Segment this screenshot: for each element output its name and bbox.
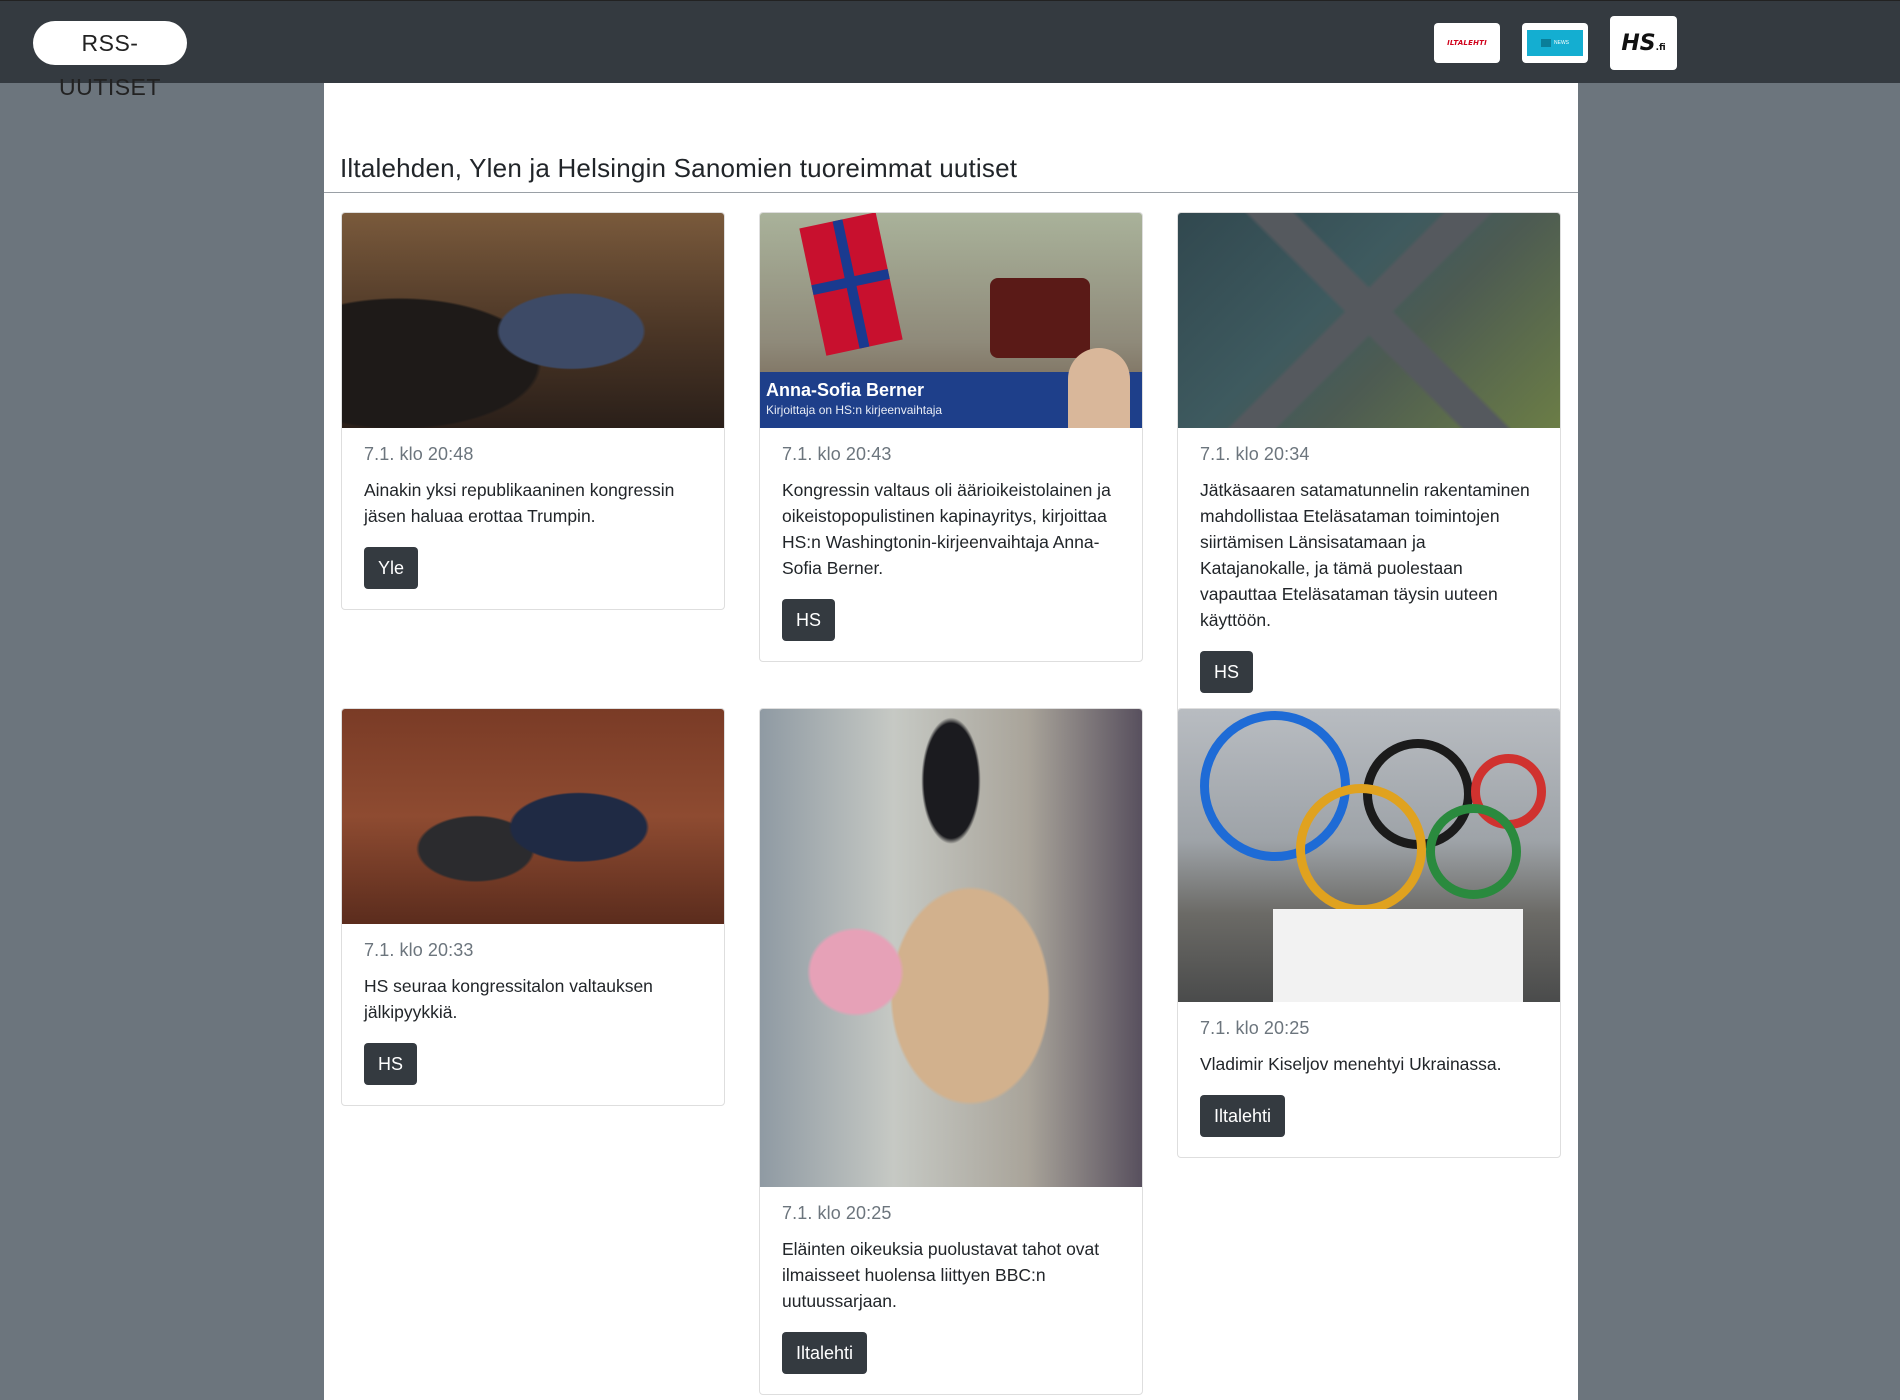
source-button[interactable]: HS [364,1043,418,1085]
hs-logo-button[interactable]: HS.fi [1610,16,1677,70]
page-title: Iltalehden, Ylen ja Helsingin Sanomien t… [340,153,1018,183]
news-time: 7.1. klo 20:43 [782,444,892,464]
news-time: 7.1. klo 20:33 [364,940,474,960]
news-image[interactable]: Anna-Sofia Berner Kirjoittaja on HS:n ki… [760,213,1142,428]
news-time: 7.1. klo 20:34 [1200,444,1310,464]
news-text: Jätkäsaaren satamatunnelin rakentaminen … [1200,480,1530,630]
main-content: Iltalehden, Ylen ja Helsingin Sanomien t… [324,83,1578,1400]
yle-logo-button[interactable]: NEWS [1522,23,1588,63]
news-image[interactable] [760,709,1142,1187]
news-text: Eläinten oikeuksia puolustavat tahot ova… [782,1239,1100,1311]
iltalehti-logo-button[interactable]: ILTALEHTI [1434,23,1500,63]
news-image[interactable] [342,213,724,428]
flag-graphic [799,213,903,356]
top-navbar: RSS-UUTISET ILTALEHTI NEWS HS.fi [0,0,1900,100]
news-text: Ainakin yksi republikaaninen kongressin … [364,480,675,526]
iltalehti-logo: ILTALEHTI [1447,39,1487,47]
hs-logo-suffix: .fi [1655,42,1666,53]
sofa-graphic [990,278,1090,358]
news-image[interactable] [1178,709,1560,1002]
news-card: 7.1. klo 20:25 Vladimir Kiseljov menehty… [1177,708,1561,1158]
news-time: 7.1. klo 20:25 [1200,1018,1310,1038]
news-time: 7.1. klo 20:48 [364,444,474,464]
news-card: Anna-Sofia Berner Kirjoittaja on HS:n ki… [759,212,1143,662]
source-button[interactable]: Iltalehti [1200,1095,1286,1137]
news-card: 7.1. klo 20:48 Ainakin yksi republikaani… [341,212,725,610]
source-button[interactable]: Iltalehti [782,1332,868,1374]
source-button[interactable]: Yle [364,547,419,589]
news-text: Kongressin valtaus oli äärioikeistolaine… [782,480,1111,578]
hs-logo-text: HS [1621,30,1656,56]
news-image[interactable] [342,709,724,924]
yle-square-icon [1541,39,1551,47]
news-text: Vladimir Kiseljov menehtyi Ukrainassa. [1200,1054,1502,1074]
title-divider [324,192,1578,193]
yle-logo-text: NEWS [1554,40,1569,46]
news-card: 7.1. klo 20:33 HS seuraa kongressitalon … [341,708,725,1106]
source-button[interactable]: HS [1200,651,1254,693]
news-image[interactable] [1178,213,1560,428]
stadium-board [1273,909,1523,1002]
news-card: 7.1. klo 20:25 Eläinten oikeuksia puolus… [759,708,1143,1395]
hs-logo: HS.fi [1621,31,1665,56]
olympic-ring [1426,804,1521,899]
news-card: 7.1. klo 20:34 Jätkäsaaren satamatunneli… [1177,212,1561,714]
news-text: HS seuraa kongressitalon valtauksen jälk… [364,976,653,1022]
brand-button[interactable]: RSS-UUTISET [33,21,187,100]
source-button[interactable]: HS [782,599,836,641]
olympic-ring [1296,784,1426,914]
author-portrait [1068,348,1130,428]
news-time: 7.1. klo 20:25 [782,1203,892,1223]
yle-news-logo: NEWS [1527,30,1583,56]
